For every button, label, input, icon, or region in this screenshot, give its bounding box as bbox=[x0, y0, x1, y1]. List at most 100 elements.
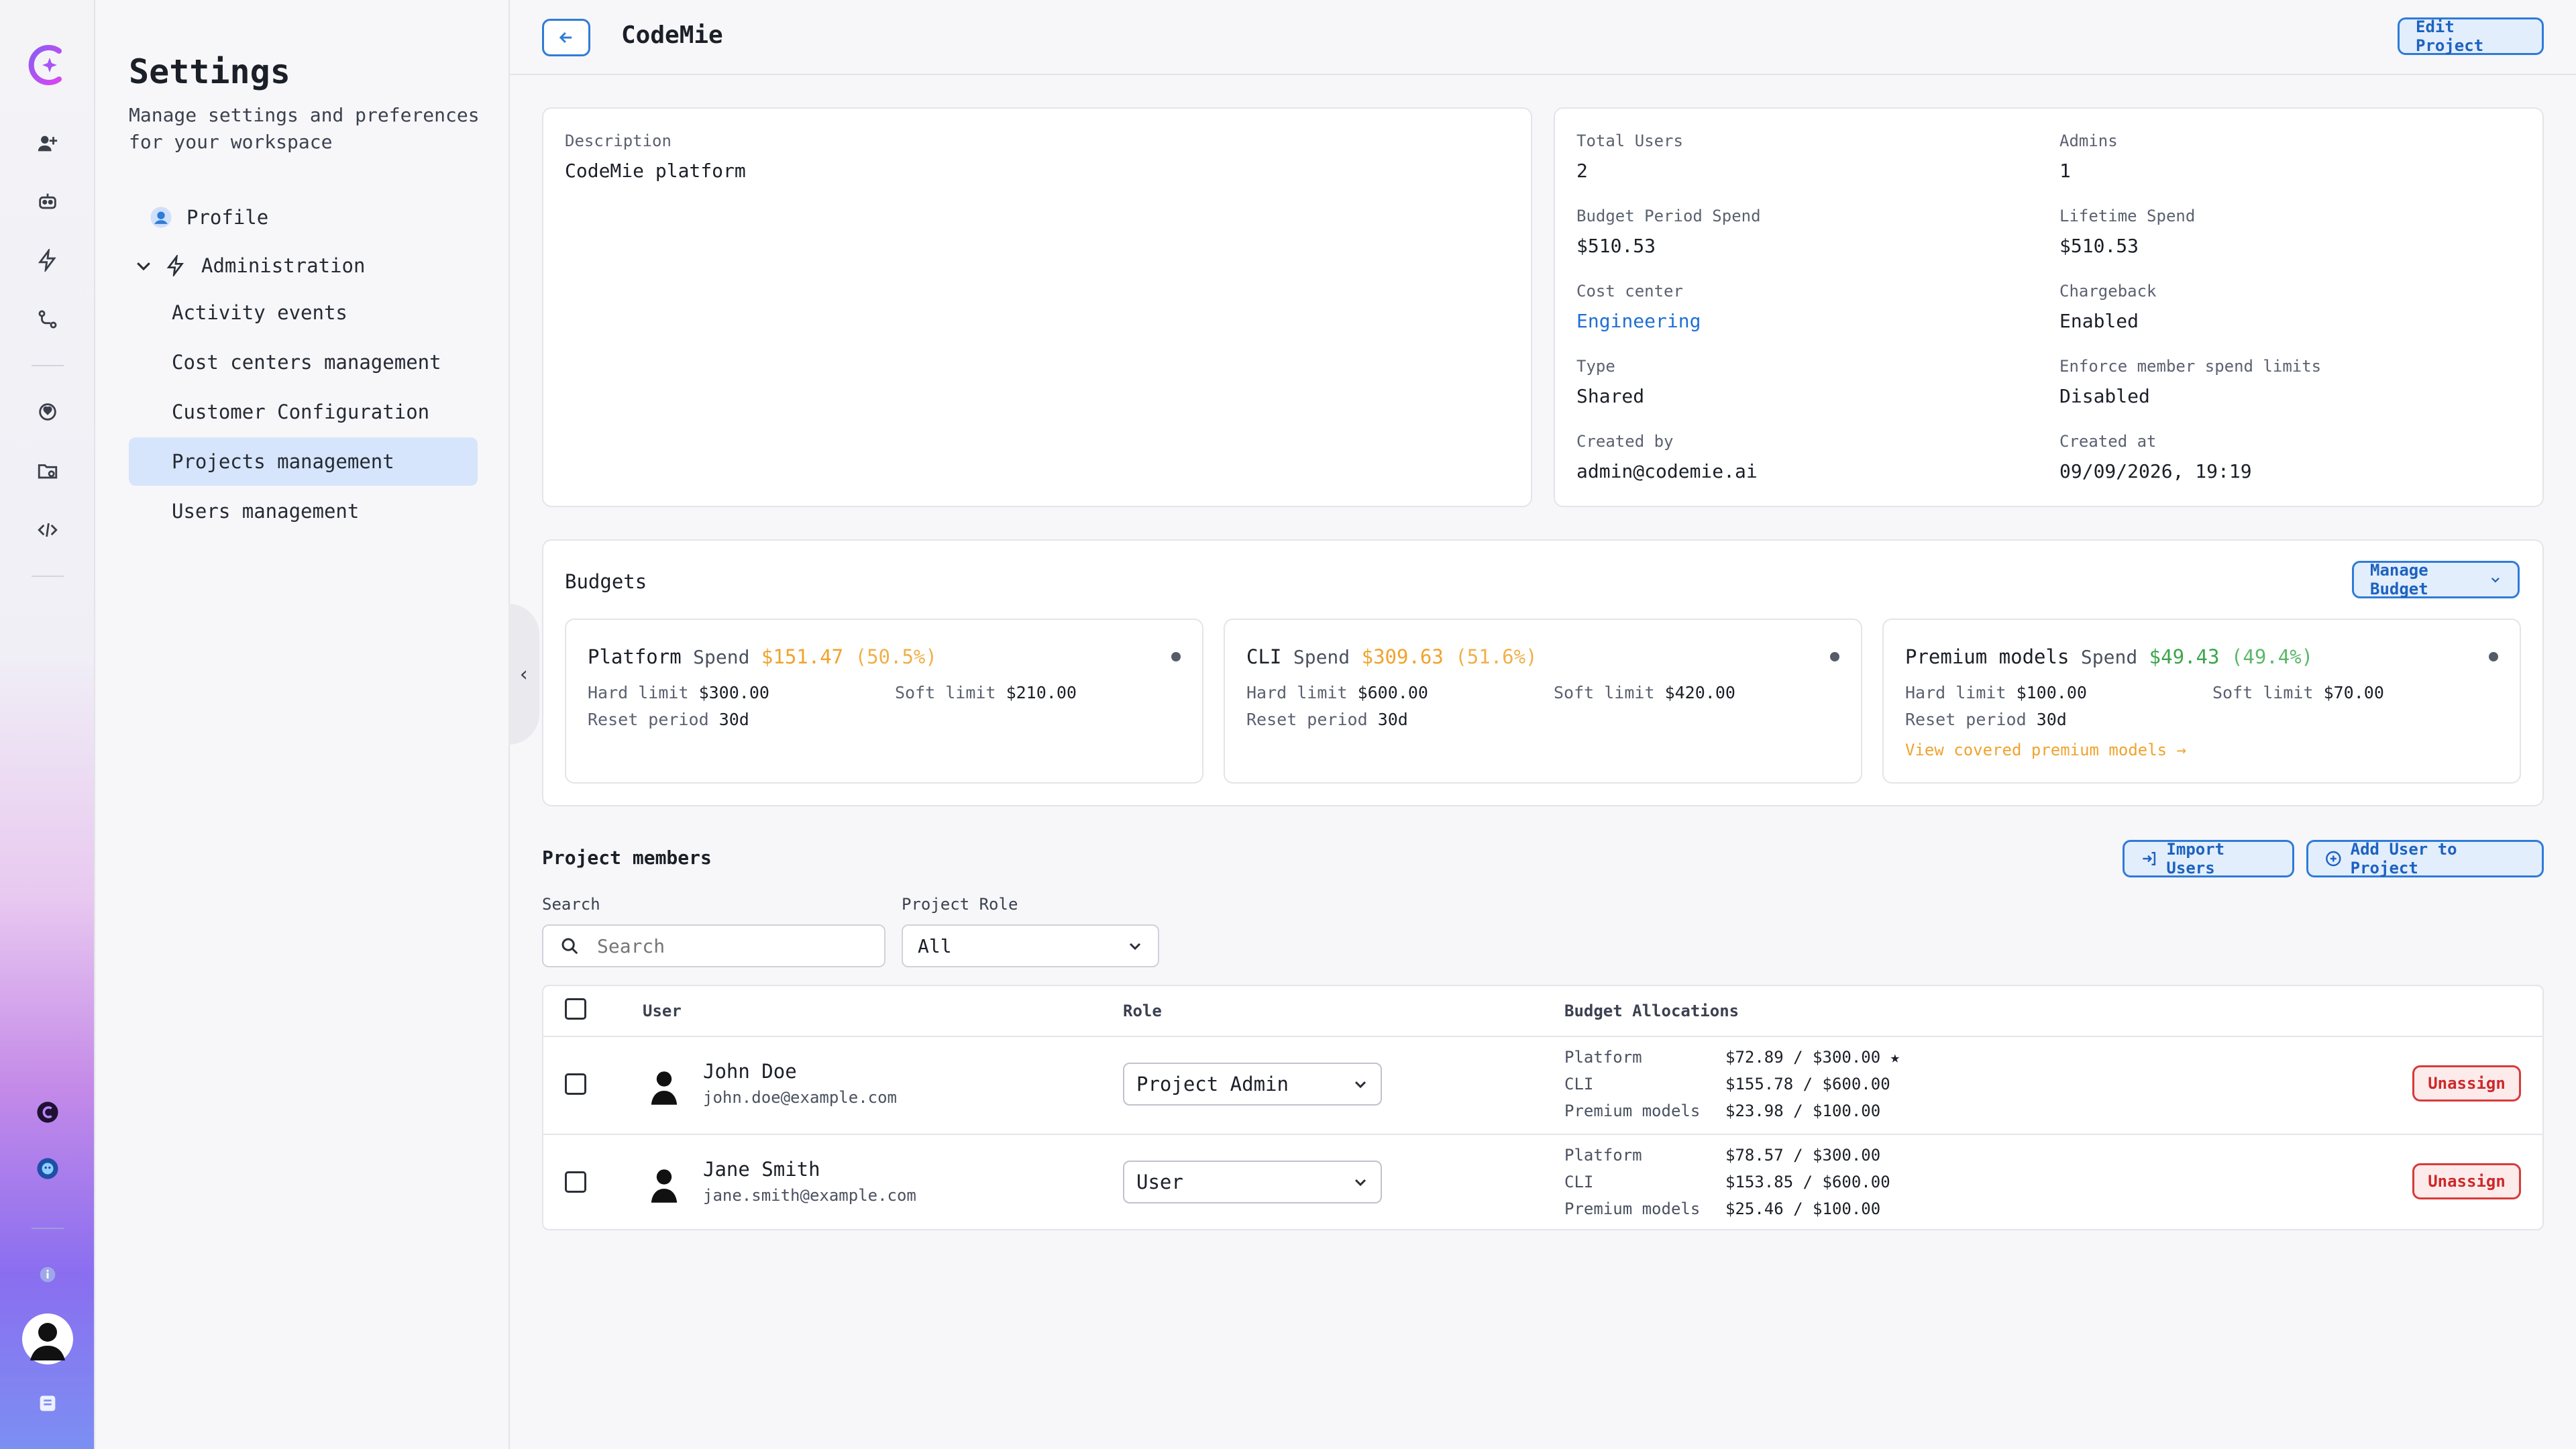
reset-period-row: Reset period 30d bbox=[1246, 710, 1408, 729]
info-icon[interactable] bbox=[32, 1258, 64, 1291]
search-field[interactable] bbox=[597, 934, 852, 957]
created-at-value: 09/09/2026, 19:19 bbox=[2059, 460, 2252, 482]
project-stats-card: Total Users 2 Admins 1 Budget Period Spe… bbox=[1554, 107, 2544, 507]
row-checkbox[interactable] bbox=[565, 1073, 586, 1095]
unassign-label: Unassign bbox=[2428, 1172, 2506, 1191]
project-role-select[interactable]: All bbox=[902, 924, 1159, 967]
budget-menu-dot[interactable] bbox=[1830, 652, 1839, 661]
budget-name: Premium models bbox=[1905, 645, 2070, 668]
chevron-down-icon[interactable] bbox=[130, 252, 157, 279]
view-premium-models-link[interactable]: View covered premium models → bbox=[1905, 741, 2186, 759]
allocation-label: CLI bbox=[1564, 1173, 1594, 1191]
soft-limit-row: Soft limit $210.00 bbox=[895, 683, 1077, 702]
user-name: John Doe bbox=[703, 1060, 797, 1083]
reset-period-label: Reset period bbox=[1905, 710, 2027, 729]
role-value: Project Admin bbox=[1136, 1073, 1289, 1095]
created-by-value: admin@codemie.ai bbox=[1576, 460, 1758, 482]
sidebar-item-projects-management[interactable]: Projects management bbox=[129, 437, 478, 486]
chevron-down-icon bbox=[2491, 578, 2500, 583]
role-select[interactable]: User bbox=[1123, 1161, 1382, 1203]
sidebar-item-activity-events[interactable]: Activity events bbox=[129, 288, 478, 337]
role-value: User bbox=[1136, 1171, 1183, 1193]
budget-allocation-row: Premium models $23.98 / $100.00 bbox=[1564, 1097, 1880, 1124]
sidebar-item-users-management[interactable]: Users management bbox=[129, 487, 478, 535]
user-name: Jane Smith bbox=[703, 1158, 820, 1181]
row-checkbox[interactable] bbox=[565, 1171, 586, 1193]
add-user-to-project-button[interactable]: Add User to Project bbox=[2306, 840, 2544, 877]
chevron-down-icon bbox=[1354, 1081, 1366, 1089]
description-label: Description bbox=[565, 131, 672, 150]
profile-icon bbox=[148, 204, 174, 231]
budget-card-header: Premium models Spend $49.43 (49.4%) bbox=[1905, 645, 2313, 668]
members-title: Project members bbox=[542, 847, 712, 869]
star-icon: ★ bbox=[1890, 1048, 1900, 1067]
allocation-label: Platform bbox=[1564, 1048, 1642, 1067]
docs-icon[interactable] bbox=[32, 1387, 64, 1419]
budget-card-header: Platform Spend $151.47 (50.5%) bbox=[588, 645, 937, 668]
chevron-left-icon: ‹ bbox=[517, 662, 531, 686]
allocation-label: Platform bbox=[1564, 1146, 1642, 1165]
cost-center-link[interactable]: Engineering bbox=[1576, 310, 1701, 332]
hard-limit-value: $300.00 bbox=[698, 683, 769, 702]
total-users-value: 2 bbox=[1576, 160, 1588, 182]
allocation-amount: $153.85 / $600.00 bbox=[1725, 1173, 1890, 1191]
hard-limit-label: Hard limit bbox=[1905, 683, 2006, 702]
budget-allocation-row: Platform $72.89 / $300.00 ★ bbox=[1564, 1044, 1900, 1071]
mascot-icon[interactable] bbox=[32, 1152, 64, 1185]
enforce-limits-value: Disabled bbox=[2059, 385, 2150, 407]
manage-budget-label: Manage Budget bbox=[2370, 561, 2428, 598]
manage-budget-button[interactable]: Manage Budget bbox=[2352, 561, 2520, 598]
budget-card-premium-models: Premium models Spend $49.43 (49.4%) Hard… bbox=[1882, 619, 2521, 784]
role-select[interactable]: Project Admin bbox=[1123, 1063, 1382, 1106]
budget-card-header: CLI Spend $309.63 (51.6%) bbox=[1246, 645, 1538, 668]
budget-allocation-row: Platform $78.57 / $300.00 bbox=[1564, 1142, 1880, 1169]
budget-spend: $49.43 bbox=[2149, 645, 2220, 668]
allocation-amount-text: $72.89 / $300.00 bbox=[1725, 1048, 1881, 1067]
codemie-logo-icon[interactable] bbox=[24, 42, 71, 89]
edit-project-button[interactable]: Edit Project bbox=[2398, 17, 2544, 55]
budget-name: CLI bbox=[1246, 645, 1282, 668]
code-icon[interactable] bbox=[32, 514, 64, 546]
budget-period-spend-value: $510.53 bbox=[1576, 235, 1656, 257]
search-input[interactable] bbox=[542, 924, 885, 967]
lightning-icon[interactable] bbox=[32, 244, 64, 276]
sidebar-item-profile[interactable]: Profile bbox=[148, 193, 496, 241]
sidebar-item-administration[interactable]: Administration bbox=[130, 241, 479, 290]
sidebar-item-cost-centers[interactable]: Cost centers management bbox=[129, 338, 478, 386]
spend-word: Spend bbox=[1293, 646, 1350, 668]
sidebar-item-label: Cost centers management bbox=[172, 351, 441, 374]
user-avatar[interactable] bbox=[21, 1312, 74, 1366]
reset-period-value: 30d bbox=[1377, 710, 1408, 729]
allocation-amount: $25.46 / $100.00 bbox=[1725, 1199, 1881, 1218]
workflow-icon[interactable] bbox=[32, 303, 64, 335]
allocation-amount: $72.89 / $300.00 ★ bbox=[1725, 1044, 1900, 1071]
assistant-logo-icon[interactable] bbox=[32, 1096, 64, 1128]
sidebar-item-label: Customer Configuration bbox=[172, 400, 430, 423]
folder-icon[interactable] bbox=[32, 455, 64, 487]
sidebar-item-customer-configuration[interactable]: Customer Configuration bbox=[129, 388, 478, 436]
project-role-label: Project Role bbox=[902, 895, 1018, 914]
allocation-amount: $78.57 / $300.00 bbox=[1725, 1146, 1881, 1165]
allocation-label: Premium models bbox=[1564, 1199, 1701, 1218]
budget-menu-dot[interactable] bbox=[2489, 652, 2498, 661]
hard-limit-label: Hard limit bbox=[1246, 683, 1348, 702]
type-label: Type bbox=[1576, 357, 1615, 376]
project-role-value: All bbox=[918, 934, 952, 957]
add-user-icon[interactable] bbox=[32, 127, 64, 160]
allocation-amount: $155.78 / $600.00 bbox=[1725, 1075, 1890, 1093]
import-users-button[interactable]: Import Users bbox=[2123, 840, 2294, 877]
brain-icon[interactable] bbox=[32, 396, 64, 428]
sidebar-collapse-handle[interactable]: ‹ bbox=[508, 604, 539, 745]
chevron-down-icon bbox=[1354, 1179, 1366, 1187]
budget-allocation-row: CLI $153.85 / $600.00 bbox=[1564, 1169, 1890, 1195]
unassign-button[interactable]: Unassign bbox=[2412, 1065, 2521, 1102]
robot-icon[interactable] bbox=[32, 185, 64, 217]
description-value: CodeMie platform bbox=[565, 160, 746, 182]
spend-word: Spend bbox=[2080, 646, 2138, 668]
budget-allocation-row: Premium models $25.46 / $100.00 bbox=[1564, 1195, 1880, 1222]
hard-limit-row: Hard limit $600.00 bbox=[1246, 683, 1428, 702]
back-button[interactable] bbox=[542, 19, 590, 56]
budget-menu-dot[interactable] bbox=[1171, 652, 1181, 661]
select-all-checkbox[interactable] bbox=[565, 998, 586, 1020]
unassign-button[interactable]: Unassign bbox=[2412, 1163, 2521, 1199]
